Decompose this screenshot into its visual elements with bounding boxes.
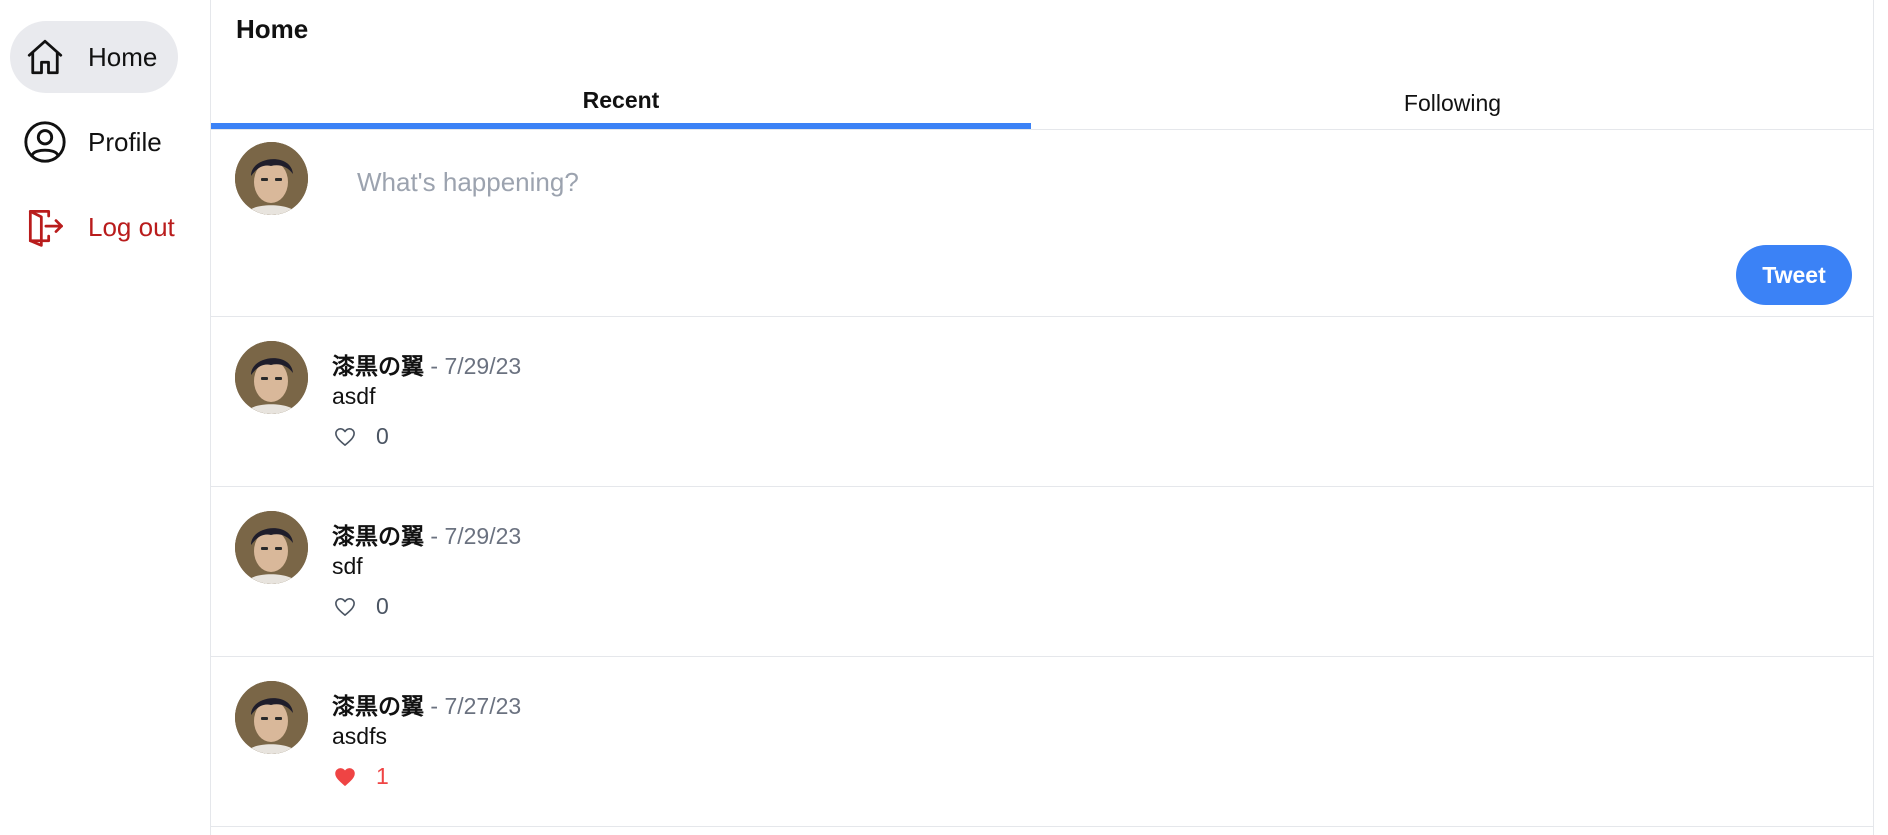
sidebar-item-label: Profile: [88, 126, 162, 157]
tweet-button[interactable]: Tweet: [1736, 245, 1852, 305]
heart-outline-icon[interactable]: [332, 594, 358, 620]
active-tab-indicator: [211, 123, 1031, 129]
post-separator: -: [430, 523, 439, 549]
avatar[interactable]: [235, 341, 308, 414]
post-item: 漆黒の翼 - 7/29/23 sdf 0: [211, 487, 1874, 657]
post-date: 7/29/23: [444, 353, 522, 379]
avatar[interactable]: [235, 511, 308, 584]
post-author[interactable]: 漆黒の翼: [332, 523, 424, 549]
post-separator: -: [430, 353, 439, 379]
sidebar-item-home[interactable]: Home: [10, 21, 178, 93]
post-date: 7/29/23: [444, 523, 522, 549]
tweet-input[interactable]: [355, 160, 1835, 204]
feed-tabs: Recent Following: [211, 70, 1874, 130]
avatar[interactable]: [235, 681, 308, 754]
post-separator: -: [430, 693, 439, 719]
sidebar-item-label: Log out: [88, 211, 175, 242]
tab-recent[interactable]: Recent: [211, 70, 1031, 130]
user-circle-icon: [22, 119, 68, 165]
main-feed: Home Recent Following Tweet: [211, 0, 1874, 835]
post-text: asdf: [332, 383, 376, 409]
sidebar-item-profile[interactable]: Profile: [10, 106, 190, 178]
post-header: 漆黒の翼 - 7/27/23: [332, 687, 521, 721]
sidebar-item-label: Home: [88, 41, 158, 72]
post-author[interactable]: 漆黒の翼: [332, 353, 424, 379]
home-icon: [22, 34, 68, 80]
like-count: 0: [376, 593, 389, 619]
heart-filled-icon[interactable]: [332, 764, 358, 790]
post-item: 漆黒の翼 - 7/27/23 asdfs 1: [211, 657, 1874, 827]
post-actions: 1: [332, 763, 389, 790]
post-header: 漆黒の翼 - 7/29/23: [332, 517, 521, 551]
post-header: 漆黒の翼 - 7/29/23: [332, 347, 521, 381]
like-count: 1: [376, 763, 389, 789]
tab-following[interactable]: Following: [1031, 70, 1874, 130]
post-date: 7/27/23: [444, 693, 522, 719]
post-actions: 0: [332, 593, 389, 620]
tweet-composer: Tweet: [211, 130, 1874, 317]
post-text: asdfs: [332, 723, 387, 749]
like-count: 0: [376, 423, 389, 449]
post-item: 漆黒の翼 - 7/29/23 asdf 0: [211, 317, 1874, 487]
page-title: Home: [236, 14, 309, 44]
logout-icon: [22, 204, 68, 250]
heart-outline-icon[interactable]: [332, 424, 358, 450]
post-author[interactable]: 漆黒の翼: [332, 693, 424, 719]
post-text: sdf: [332, 553, 363, 579]
avatar: [235, 142, 308, 215]
sidebar-item-logout[interactable]: Log out: [10, 191, 200, 263]
sidebar: Home Profile Log out: [0, 0, 211, 835]
post-actions: 0: [332, 423, 389, 450]
